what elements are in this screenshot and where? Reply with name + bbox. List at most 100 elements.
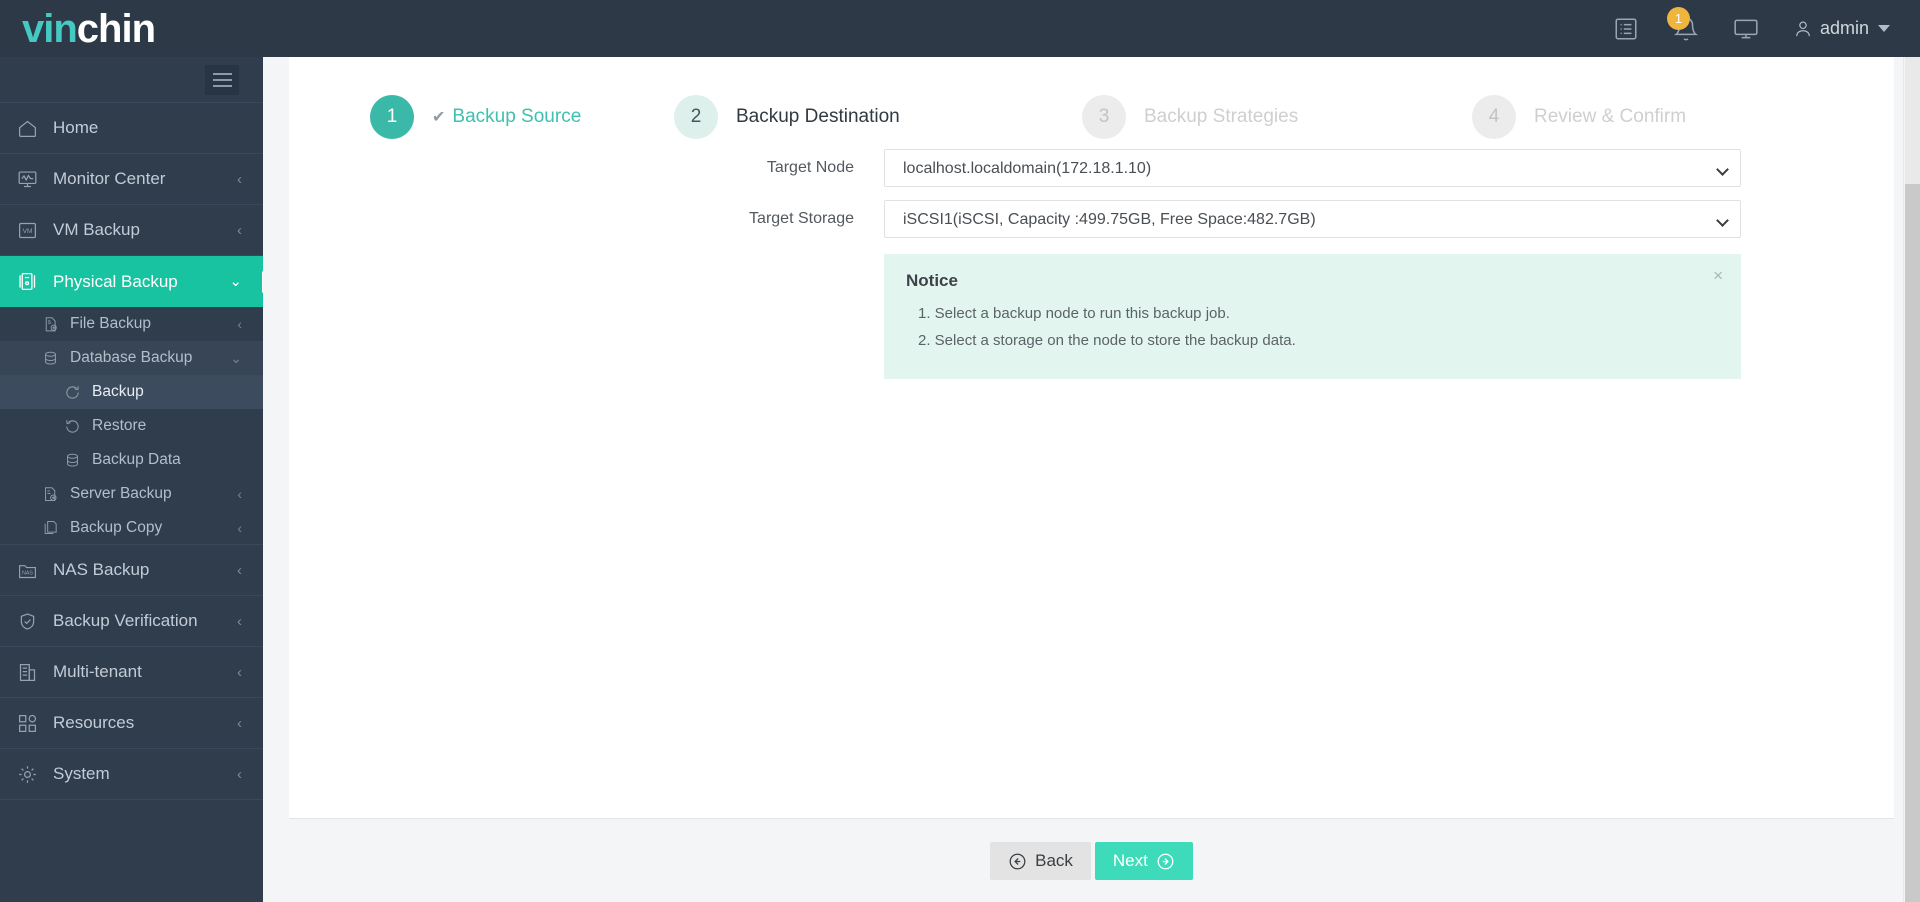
- next-button[interactable]: Next: [1094, 842, 1193, 880]
- brand-logo[interactable]: vinchin: [0, 9, 263, 49]
- brand-logo-part1: vin: [22, 6, 78, 51]
- file-add-icon: [42, 315, 66, 333]
- chevron-left-icon: ‹: [237, 519, 242, 536]
- next-button-label: Next: [1112, 851, 1148, 870]
- chevron-down-icon: ⌄: [229, 273, 242, 290]
- database-icon: [42, 349, 66, 367]
- chevron-left-icon: ‹: [237, 714, 242, 732]
- user-name: admin: [1819, 18, 1869, 38]
- monitor-icon[interactable]: [1733, 16, 1759, 42]
- target-storage-select[interactable]: iSCSI1(iSCSI, Capacity :499.75GB, Free S…: [884, 200, 1741, 238]
- wizard-step-backup-strategies: 3 Backup Strategies: [1082, 95, 1472, 139]
- sidebar-item-backup-verification[interactable]: Backup Verification ‹: [0, 596, 263, 647]
- target-storage-label: Target Storage: [749, 210, 854, 227]
- sidebar-item-label: Backup Verification: [53, 611, 198, 630]
- chevron-down-icon: ⌄: [230, 350, 242, 366]
- sidebar-item-label: Database Backup: [70, 349, 193, 366]
- wizard-steps: 1 ✔ Backup Source 2 Backup Destination 3: [289, 57, 1894, 149]
- scrollbar-thumb[interactable]: [1905, 184, 1920, 902]
- grid-icon: [17, 712, 47, 734]
- refresh-ccw-icon: [64, 417, 88, 435]
- target-node-label: Target Node: [766, 159, 854, 176]
- sidebar-item-label: Backup Copy: [70, 518, 163, 536]
- monitor-chart-icon: [17, 168, 47, 190]
- svg-text:VM: VM: [23, 228, 33, 235]
- sidebar-item-backup-data[interactable]: Backup Data: [0, 443, 263, 477]
- sidebar-item-label: Backup Data: [92, 451, 181, 468]
- topbar-actions: 1 admin: [1613, 6, 1920, 42]
- step-label-wrap: ✔ Backup Source: [432, 106, 581, 128]
- user-icon: [1796, 21, 1810, 36]
- hamburger-icon[interactable]: [205, 64, 239, 95]
- server-add-icon: [42, 485, 66, 503]
- bell-icon[interactable]: 1: [1666, 6, 1699, 42]
- sidebar: Home Monitor Center ‹ VM VM Backup ‹ Phy…: [0, 57, 263, 902]
- wizard-footer: Back Next: [289, 820, 1894, 902]
- home-icon: [17, 117, 47, 139]
- wizard-step-backup-destination[interactable]: 2 Backup Destination: [674, 95, 1082, 139]
- sidebar-item-label: Physical Backup: [53, 271, 178, 291]
- target-node-select[interactable]: localhost.localdomain(172.18.1.10): [884, 149, 1741, 187]
- sidebar-item-backup-copy[interactable]: Backup Copy ‹: [0, 511, 263, 545]
- chevron-left-icon: ‹: [237, 170, 242, 188]
- vm-icon: VM: [17, 219, 47, 241]
- target-storage-row: Target Storage iSCSI1(iSCSI, Capacity :4…: [289, 200, 1894, 238]
- sidebar-item-vm-backup[interactable]: VM VM Backup ‹: [0, 205, 263, 256]
- building-icon: [17, 661, 47, 683]
- sidebar-item-label: VM Backup: [53, 220, 140, 239]
- close-icon[interactable]: ×: [1713, 267, 1723, 284]
- main-content: 1 ✔ Backup Source 2 Backup Destination 3: [263, 57, 1920, 902]
- sidebar-item-server-backup[interactable]: Server Backup ‹: [0, 477, 263, 511]
- chevron-left-icon: ‹: [237, 316, 242, 332]
- notice-panel: Notice × 1. Select a backup node to run …: [884, 254, 1741, 379]
- top-bar: vinchin 1 admin: [0, 0, 1920, 57]
- list-icon[interactable]: [1613, 16, 1639, 42]
- sidebar-item-physical-backup[interactable]: Physical Backup ⌄: [0, 256, 263, 307]
- chevron-left-icon: ‹: [237, 221, 242, 239]
- sidebar-item-database-backup[interactable]: Database Backup ⌄: [0, 341, 263, 375]
- target-node-row: Target Node localhost.localdomain(172.18…: [289, 149, 1894, 187]
- step-label: Backup Strategies: [1144, 106, 1299, 127]
- step-number: 1: [370, 95, 414, 139]
- target-node-select-wrap: localhost.localdomain(172.18.1.10): [884, 149, 1741, 187]
- nas-folder-icon: NAS: [17, 559, 47, 581]
- chevron-left-icon: ‹: [237, 765, 242, 783]
- server-icon: [17, 271, 47, 293]
- scrollbar-track[interactable]: [1905, 57, 1920, 184]
- notice-item: 1. Select a backup node to run this back…: [918, 305, 1230, 322]
- notice-item: 2. Select a storage on the node to store…: [918, 332, 1296, 349]
- gear-icon: [17, 763, 47, 785]
- sidebar-toggle-row: [0, 57, 263, 103]
- notification-badge: 1: [1666, 6, 1690, 30]
- sidebar-item-home[interactable]: Home: [0, 103, 263, 154]
- back-button-label: Back: [1035, 851, 1073, 870]
- sidebar-item-label: Resources: [53, 713, 135, 732]
- target-storage-select-wrap: iSCSI1(iSCSI, Capacity :499.75GB, Free S…: [884, 200, 1741, 238]
- wizard-step-backup-source[interactable]: 1 ✔ Backup Source: [289, 95, 674, 139]
- chevron-left-icon: ‹: [237, 612, 242, 630]
- sidebar-item-nas-backup[interactable]: NAS NAS Backup ‹: [0, 545, 263, 596]
- step-label: Backup Destination: [736, 106, 900, 127]
- sidebar-item-label: NAS Backup: [53, 560, 150, 579]
- refresh-cw-icon: [64, 383, 88, 401]
- check-icon: ✔: [432, 109, 446, 126]
- step-number: 3: [1082, 95, 1126, 139]
- sidebar-item-label: Multi-tenant: [53, 662, 142, 681]
- vertical-scrollbar[interactable]: [1903, 57, 1920, 902]
- step-label-wrap: Backup Destination: [736, 106, 900, 128]
- sidebar-item-backup[interactable]: Backup: [0, 375, 263, 409]
- arrow-left-circle-icon: [1008, 852, 1027, 871]
- sidebar-item-resources[interactable]: Resources ‹: [0, 698, 263, 749]
- sidebar-item-monitor-center[interactable]: Monitor Center ‹: [0, 154, 263, 205]
- sidebar-item-multi-tenant[interactable]: Multi-tenant ‹: [0, 647, 263, 698]
- sidebar-item-label: Monitor Center: [53, 169, 166, 188]
- sidebar-item-file-backup[interactable]: File Backup ‹: [0, 307, 263, 341]
- sidebar-item-system[interactable]: System ‹: [0, 749, 263, 800]
- chevron-left-icon: ‹: [237, 486, 242, 502]
- user-menu[interactable]: admin: [1793, 18, 1890, 39]
- sidebar-item-label: Home: [53, 118, 99, 137]
- step-label: Backup Source: [452, 106, 582, 127]
- brand-logo-part2: chin: [76, 6, 156, 51]
- sidebar-item-restore[interactable]: Restore: [0, 409, 263, 443]
- back-button[interactable]: Back: [990, 842, 1091, 880]
